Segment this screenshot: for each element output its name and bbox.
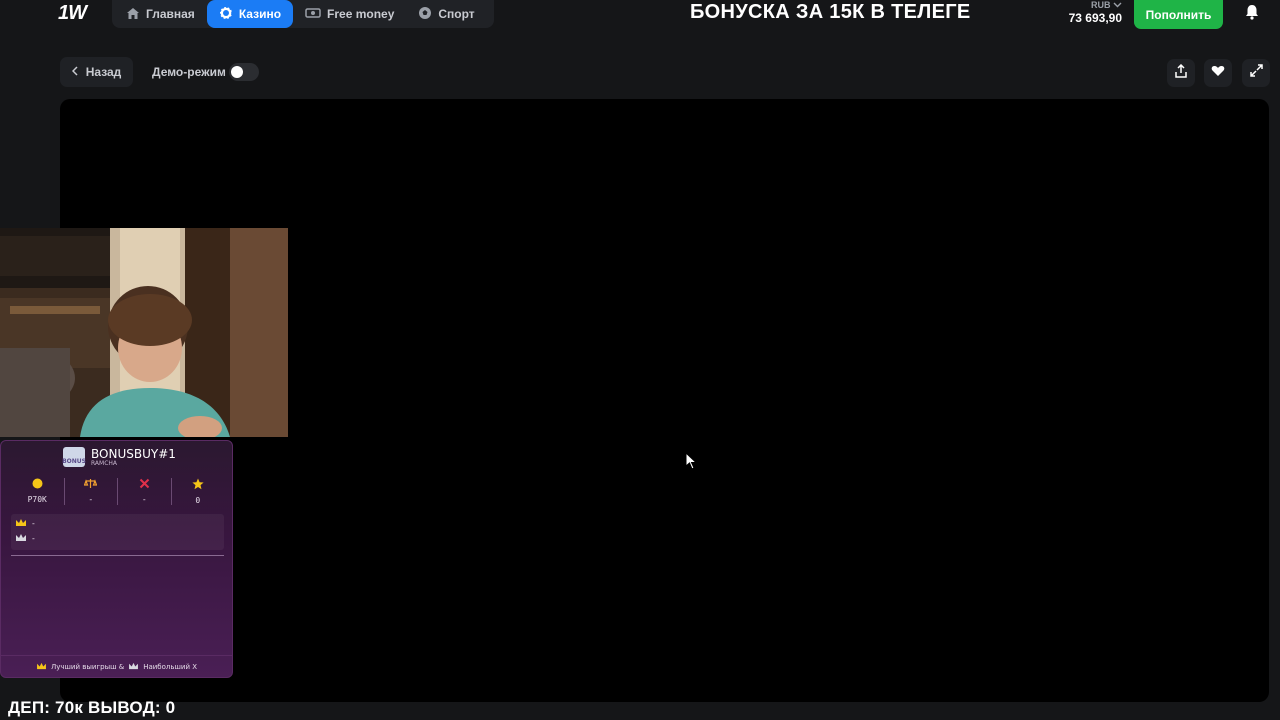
record-biggest-x: -: [15, 533, 36, 544]
promo-banner-text: БОНУСКА ЗА 15К В ТЕЛЕГЕ: [690, 1, 971, 23]
coin-icon: [32, 478, 43, 492]
widget-title: BONUSBUY#1: [91, 446, 176, 461]
home-icon: [126, 7, 140, 22]
crown-icon: [15, 518, 27, 529]
widget-records: - -: [11, 514, 224, 550]
bonus-buy-widget: BONUS BONUSBUY#1 RAMCHA Р70К - - 0 - - Л…: [0, 440, 233, 678]
bell-icon: [1245, 4, 1259, 25]
share-icon: [1174, 63, 1188, 83]
currency-label: RUB: [1090, 0, 1111, 10]
widget-header: BONUS BONUSBUY#1 RAMCHA: [62, 446, 176, 467]
footer-best-label: Лучший выигрыш &: [50, 662, 125, 671]
footer-biggest-label: Наибольший X: [143, 662, 198, 671]
site-logo[interactable]: 1W: [58, 2, 87, 25]
scales-icon: [83, 478, 98, 492]
stat-balance: -: [65, 478, 118, 505]
crown-outline-icon: [128, 662, 139, 672]
record-value: -: [31, 534, 36, 543]
widget-subtitle: RAMCHA: [91, 459, 118, 467]
crown-icon: [36, 662, 47, 672]
casino-chip-icon: [219, 6, 233, 22]
money-icon: [305, 7, 321, 21]
record-best-win: -: [15, 518, 36, 529]
demo-mode-label: Демо-режим: [152, 65, 226, 79]
favorite-button[interactable]: [1204, 59, 1232, 87]
stat-value: -: [88, 495, 94, 504]
fullscreen-button[interactable]: [1242, 59, 1270, 87]
top-bar: 1W Главная Казино Free money Спорт БОНУС…: [0, 0, 1280, 29]
heart-icon: [1211, 64, 1225, 82]
crown-outline-icon: [15, 533, 27, 544]
stat-count: 0: [172, 478, 225, 505]
nav-item-free-money[interactable]: Free money: [293, 0, 406, 28]
stat-losses: -: [118, 478, 172, 505]
nav-item-casino[interactable]: Казино: [206, 0, 294, 28]
soccer-ball-icon: [418, 6, 432, 22]
nav-label: Казино: [238, 7, 282, 21]
star-icon: [192, 478, 204, 493]
expand-icon: [1249, 64, 1263, 82]
webcam-overlay: [0, 228, 288, 437]
back-button[interactable]: Назад: [60, 57, 133, 87]
nav-label: Free money: [327, 7, 395, 21]
toggle-knob: [231, 66, 243, 78]
widget-divider: [11, 555, 224, 556]
nav-label: Спорт: [438, 7, 475, 21]
bonus-logo: BONUS: [62, 447, 86, 467]
widget-stats: Р70К - - 0: [11, 478, 224, 505]
currency-selector[interactable]: RUB: [1069, 0, 1122, 10]
stat-value: -: [141, 495, 147, 504]
stat-value: 0: [195, 496, 201, 505]
chevron-left-icon: [71, 65, 78, 79]
mouse-cursor-icon: [685, 451, 698, 475]
nav-label: Главная: [146, 7, 195, 21]
demo-mode-toggle[interactable]: [229, 63, 259, 81]
back-label: Назад: [85, 65, 122, 79]
nav-item-sport[interactable]: Спорт: [406, 0, 486, 28]
record-value: -: [31, 519, 36, 528]
widget-footer: Лучший выигрыш & Наибольший X: [1, 655, 232, 677]
balance-display[interactable]: RUB 73 693,90: [1069, 0, 1122, 25]
webcam-image: [0, 228, 288, 437]
stat-value: Р70К: [27, 495, 47, 504]
deposit-withdraw-overlay: ДЕП: 70к ВЫВОД: 0: [8, 698, 176, 717]
cross-icon: [139, 478, 150, 492]
balance-value: 73 693,90: [1068, 11, 1122, 25]
stat-deposit: Р70К: [11, 478, 65, 505]
main-nav: Главная Казино Free money Спорт: [112, 0, 494, 28]
deposit-button[interactable]: Пополнить: [1134, 0, 1223, 29]
chevron-down-icon: [1113, 0, 1122, 10]
nav-item-home[interactable]: Главная: [114, 0, 207, 28]
notifications-button[interactable]: [1238, 0, 1266, 28]
share-button[interactable]: [1167, 59, 1195, 87]
